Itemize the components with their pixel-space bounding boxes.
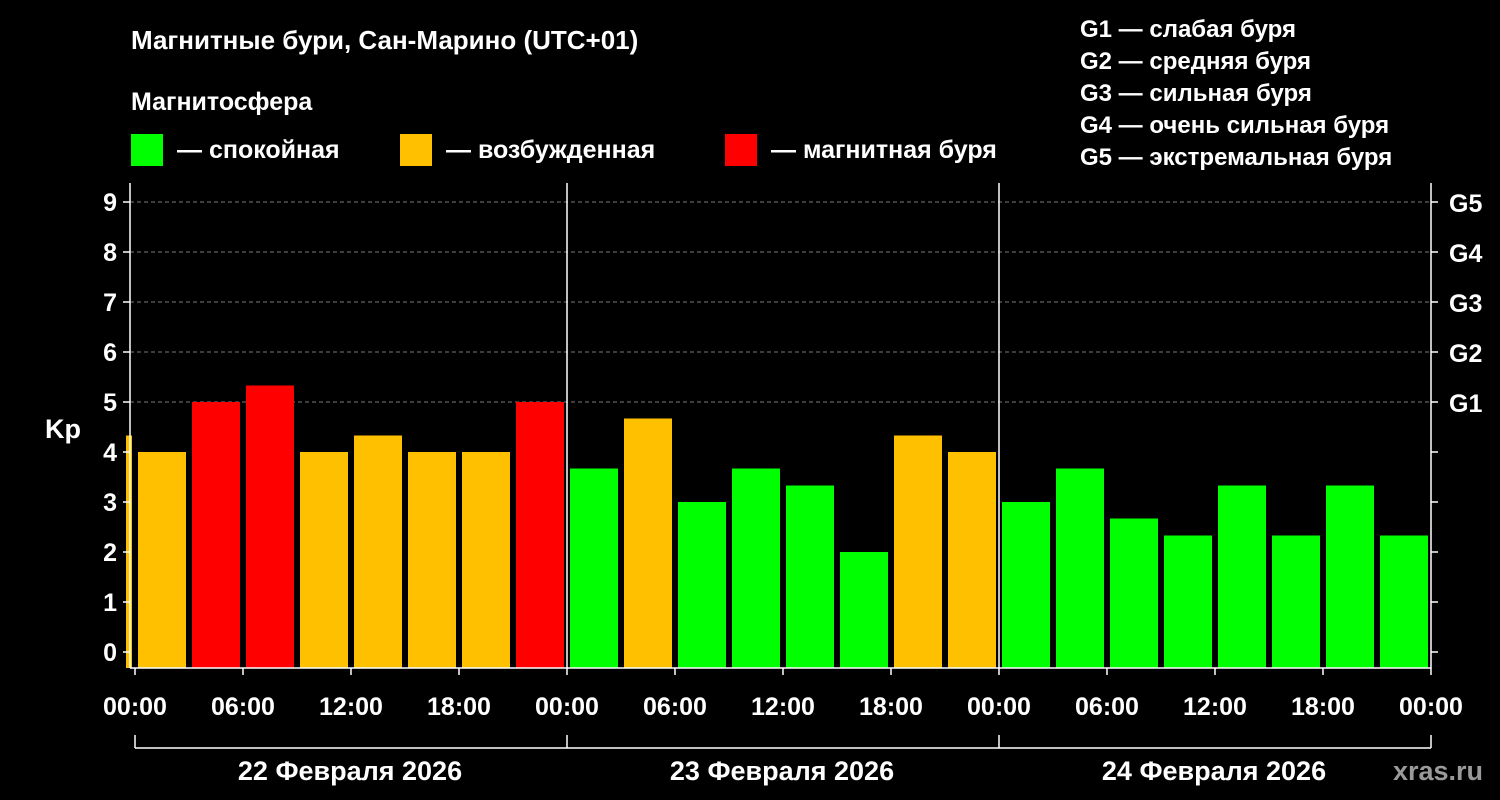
x-tick-label: 18:00 — [427, 693, 491, 721]
kp-bar — [678, 502, 726, 668]
g-legend-g3: G3 — сильная буря — [1080, 80, 1312, 107]
x-tick-label: 00:00 — [535, 693, 599, 721]
kp-bar — [408, 452, 456, 668]
g-legend-g2: G2 — средняя буря — [1080, 48, 1311, 75]
kp-bar — [840, 552, 888, 668]
kp-bar — [246, 385, 294, 668]
kp-bar — [1110, 518, 1158, 668]
kp-bar — [1056, 468, 1104, 668]
chart-title: Магнитные бури, Сан-Марино (UTC+01) — [131, 25, 638, 55]
kp-bar — [192, 402, 240, 668]
kp-bar — [1326, 485, 1374, 668]
y-tick-label: 3 — [103, 489, 117, 517]
kp-bar — [948, 452, 996, 668]
y-tick-label: 7 — [103, 289, 117, 317]
y-tick-label: 1 — [103, 589, 117, 617]
kp-bar — [1002, 502, 1050, 668]
g-legend-g1: G1 — слабая буря — [1080, 16, 1296, 43]
x-tick-label: 12:00 — [751, 693, 815, 721]
y-tick-label: 9 — [103, 189, 117, 217]
x-tick-label: 00:00 — [103, 693, 167, 721]
kp-bar — [138, 452, 186, 668]
kp-bar — [570, 468, 618, 668]
y-tick-label: 4 — [103, 439, 117, 467]
x-tick-label: 06:00 — [643, 693, 707, 721]
g-scale-label: G5 — [1449, 190, 1482, 218]
legend-label-quiet: — спокойная — [177, 136, 340, 164]
date-label-day-2: 23 Февраля 2026 — [670, 756, 894, 786]
kp-bar — [1272, 535, 1320, 668]
bars — [126, 385, 1428, 668]
x-tick-label: 12:00 — [319, 693, 383, 721]
g-scale-label: G1 — [1449, 390, 1482, 418]
grid-lines — [130, 201, 1431, 403]
y-tick-label: 2 — [103, 539, 117, 567]
kp-bar — [462, 452, 510, 668]
date-label-day-3: 24 Февраля 2026 — [1102, 756, 1326, 786]
g-scale-label: G3 — [1449, 290, 1482, 318]
y-tick-label: 6 — [103, 339, 117, 367]
x-tick-label: 12:00 — [1183, 693, 1247, 721]
kp-bar — [624, 418, 672, 668]
x-tick-label: 00:00 — [1399, 693, 1463, 721]
kp-bar — [732, 468, 780, 668]
legend-label-storm: — магнитная буря — [771, 136, 997, 164]
g-legend-g5: G5 — экстремальная буря — [1080, 144, 1392, 171]
kp-bar — [1380, 535, 1428, 668]
kp-bar — [354, 435, 402, 668]
y-tick-label: 5 — [103, 389, 117, 417]
legend-swatch-storm — [725, 134, 757, 166]
kp-bar — [894, 435, 942, 668]
magnetosphere-subtitle: Магнитосфера — [131, 88, 313, 116]
legend-swatch-quiet — [131, 134, 163, 166]
x-tick-label: 18:00 — [1291, 693, 1355, 721]
kp-bar — [1164, 535, 1212, 668]
kp-bar — [1218, 485, 1266, 668]
date-label-day-1: 22 Февраля 2026 — [238, 756, 462, 786]
x-tick-label: 06:00 — [1075, 693, 1139, 721]
kp-chart: Магнитные бури, Сан-Марино (UTC+01) Магн… — [45, 16, 1483, 786]
watermark: xras.ru — [1393, 756, 1483, 786]
g-scale-label: G2 — [1449, 340, 1482, 368]
g-scale-label: G4 — [1449, 240, 1482, 268]
y-tick-label: 8 — [103, 239, 117, 267]
kp-bar — [516, 402, 564, 668]
x-tick-label: 18:00 — [859, 693, 923, 721]
legend-label-active: — возбужденная — [446, 136, 655, 164]
x-tick-label: 00:00 — [967, 693, 1031, 721]
x-tick-label: 06:00 — [211, 693, 275, 721]
kp-bar — [300, 452, 348, 668]
legend-swatch-active — [400, 134, 432, 166]
y-axis-label: Kp — [45, 414, 81, 444]
y-tick-label: 0 — [103, 639, 117, 667]
g-legend-g4: G4 — очень сильная буря — [1080, 112, 1389, 139]
kp-bar — [786, 485, 834, 668]
